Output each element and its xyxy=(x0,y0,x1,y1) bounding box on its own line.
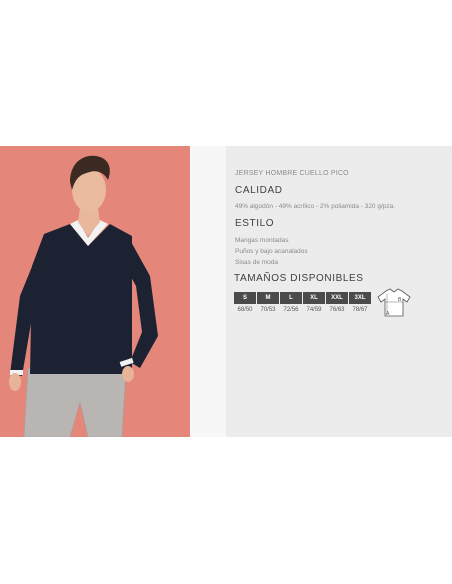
measurement-diagram-icon: A B xyxy=(377,288,411,317)
product-photo xyxy=(0,146,190,437)
sizes-heading: TAMAÑOS DISPONIBLES xyxy=(234,273,364,284)
feature-item: Puños y bajo acanalados xyxy=(235,248,308,255)
size-measure: 78/67 xyxy=(352,307,368,313)
product-info-panel: JERSEY HOMBRE CUELLO PICO CALIDAD 49% al… xyxy=(226,146,452,437)
size-measure: 74/59 xyxy=(306,307,322,313)
product-title: JERSEY HOMBRE CUELLO PICO xyxy=(235,170,349,177)
size-measure: 70/53 xyxy=(260,307,276,313)
composition-text: 49% algodón - 49% acrílico - 2% poliamid… xyxy=(235,203,396,210)
divider-strip xyxy=(190,146,226,437)
size-column: L 72/56 xyxy=(280,292,302,313)
size-column: XXL 76/63 xyxy=(326,292,348,313)
size-table: S 68/50 M 70/53 L 72/56 XL 74/59 XXL 76/… xyxy=(234,292,371,313)
size-measure: 76/63 xyxy=(329,307,345,313)
size-measure: 68/50 xyxy=(237,307,253,313)
size-badge: 3XL xyxy=(349,292,371,304)
feature-item: Mangas montadas xyxy=(235,237,289,244)
size-column: XL 74/59 xyxy=(303,292,325,313)
size-column: S 68/50 xyxy=(234,292,256,313)
quality-heading: CALIDAD xyxy=(235,185,283,196)
size-badge: S xyxy=(234,292,256,304)
size-badge: L xyxy=(280,292,302,304)
feature-item: Sisas de moda xyxy=(235,259,278,266)
style-heading: ESTILO xyxy=(235,218,275,229)
size-badge: M xyxy=(257,292,279,304)
size-measure: 72/56 xyxy=(283,307,299,313)
model-illustration xyxy=(9,155,158,437)
size-column: 3XL 78/67 xyxy=(349,292,371,313)
product-banner: JERSEY HOMBRE CUELLO PICO CALIDAD 49% al… xyxy=(0,146,452,437)
style-features-list: Mangas montadas Puños y bajo acanalados … xyxy=(235,235,308,268)
size-badge: XL xyxy=(303,292,325,304)
size-column: M 70/53 xyxy=(257,292,279,313)
size-badge: XXL xyxy=(326,292,348,304)
